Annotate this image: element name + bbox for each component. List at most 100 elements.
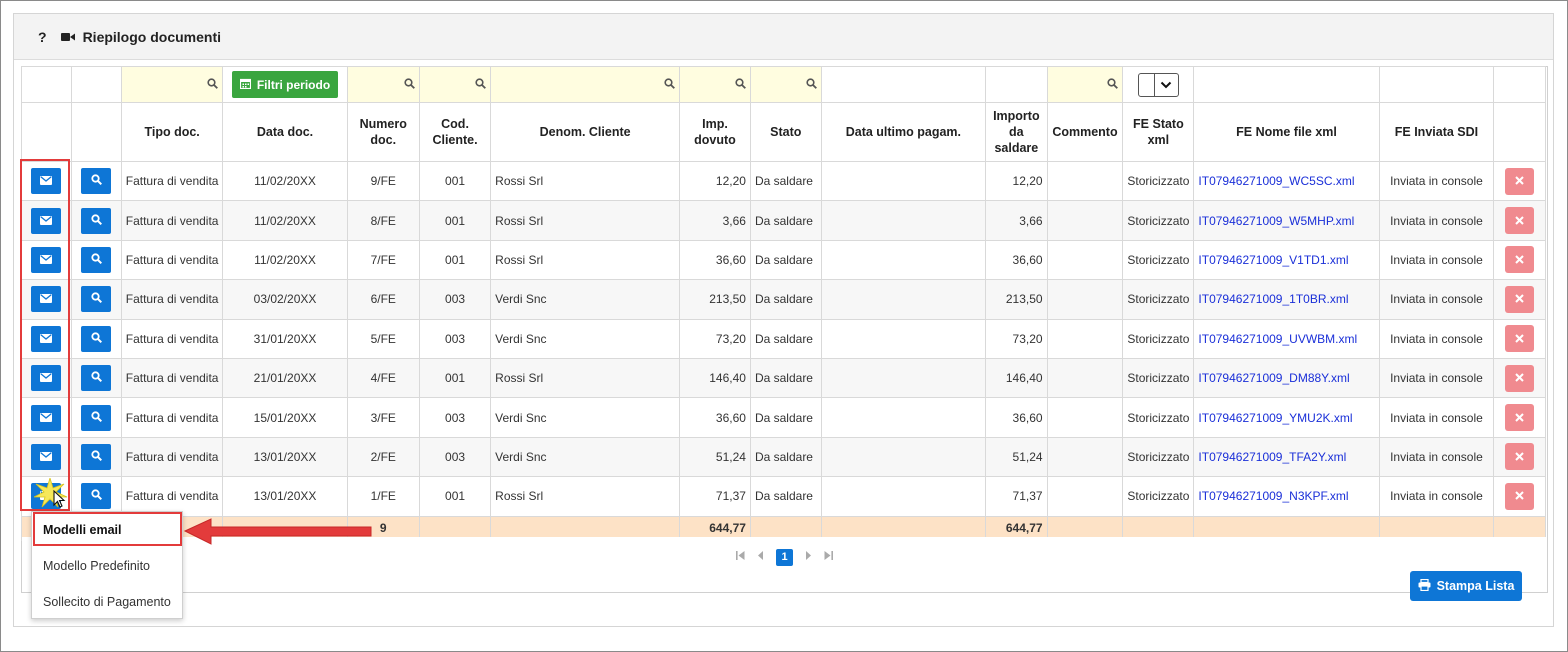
- column-header[interactable]: FE Inviata SDI: [1378, 102, 1495, 162]
- delete-button[interactable]: [1505, 167, 1535, 195]
- delete-button[interactable]: [1505, 443, 1535, 471]
- filter-fe-stato: [1122, 66, 1195, 103]
- column-header[interactable]: Numero doc.: [346, 102, 420, 162]
- menu-item-sollecito-pagamento[interactable]: Sollecito di Pagamento: [32, 584, 182, 620]
- view-button[interactable]: [81, 207, 112, 234]
- cursor-highlight-icon: [33, 476, 68, 511]
- envelope-icon: [40, 371, 53, 385]
- help-icon[interactable]: ?: [38, 29, 47, 45]
- delete-button[interactable]: [1505, 207, 1535, 235]
- column-header[interactable]: FE Nome file xml: [1193, 102, 1380, 162]
- fe-stato-select[interactable]: [1137, 72, 1179, 97]
- table-row: Fattura di vendita 11/02/20XX 9/FE 001 Rossi…: [21, 160, 1546, 202]
- column-header[interactable]: Imp. dovuto: [679, 102, 751, 162]
- next-page-icon[interactable]: [805, 551, 812, 563]
- column-header[interactable]: Data ultimo pagam.: [820, 102, 987, 162]
- filter-tipo[interactable]: [120, 66, 224, 103]
- filter-numero[interactable]: [346, 66, 420, 103]
- search-icon[interactable]: [475, 77, 487, 89]
- delete-cell: [1493, 357, 1546, 399]
- delete-button[interactable]: [1505, 325, 1535, 353]
- prev-page-icon[interactable]: [757, 551, 764, 563]
- last-page-icon[interactable]: [824, 551, 833, 563]
- filter-stato[interactable]: [749, 66, 822, 103]
- importo-da-saldare: 146,40: [985, 357, 1048, 399]
- email-button[interactable]: [31, 168, 62, 195]
- imp-dovuto: 51,24: [679, 436, 751, 478]
- fe-file-link[interactable]: IT07946271009_W5MHP.xml: [1198, 214, 1354, 228]
- close-icon: [1515, 253, 1524, 267]
- filter-cod[interactable]: [418, 66, 492, 103]
- view-button[interactable]: [81, 246, 112, 273]
- email-button[interactable]: [31, 404, 62, 431]
- filter-cliente[interactable]: [490, 66, 681, 103]
- delete-button[interactable]: [1505, 404, 1535, 432]
- stato: Da saldare: [749, 200, 822, 241]
- delete-button[interactable]: [1505, 482, 1535, 510]
- fe-file-link[interactable]: IT07946271009_UVWBM.xml: [1198, 332, 1357, 346]
- calendar-icon: [239, 78, 251, 92]
- view-button[interactable]: [81, 365, 112, 392]
- email-button[interactable]: [31, 246, 62, 273]
- view-button[interactable]: [81, 443, 112, 470]
- video-camera-icon[interactable]: [60, 32, 75, 42]
- cod-cliente: 001: [418, 239, 492, 281]
- email-button[interactable]: [31, 443, 62, 470]
- numero-doc: 9/FE: [346, 160, 420, 202]
- column-header[interactable]: Cod. Cliente.: [418, 102, 492, 162]
- search-icon[interactable]: [664, 77, 675, 89]
- email-button[interactable]: [31, 365, 62, 392]
- view-button[interactable]: [81, 286, 112, 313]
- search-icon[interactable]: [207, 77, 219, 89]
- fe-file-link[interactable]: IT07946271009_TFA2Y.xml: [1198, 450, 1346, 464]
- envelope-icon: [40, 174, 53, 188]
- view-button[interactable]: [81, 325, 112, 352]
- fe-file-link[interactable]: IT07946271009_DM88Y.xml: [1198, 371, 1349, 385]
- email-button[interactable]: [31, 207, 62, 234]
- column-header[interactable]: Tipo doc.: [120, 102, 224, 162]
- print-list-button[interactable]: Stampa Lista: [1410, 571, 1522, 601]
- fe-inviata-sdi: Inviata in console: [1378, 476, 1495, 517]
- column-header[interactable]: FE Stato xml: [1122, 102, 1195, 162]
- documents-grid: Filtri periodo Tipo doc. Data doc. Numer…: [21, 66, 1548, 593]
- filter-cell: [21, 66, 72, 103]
- column-header[interactable]: Denom. Cliente: [490, 102, 681, 162]
- stato: Da saldare: [749, 436, 822, 478]
- search-icon[interactable]: [805, 77, 817, 89]
- tipo-doc: Fattura di vendita: [120, 318, 224, 359]
- delete-button[interactable]: [1505, 285, 1535, 313]
- email-button[interactable]: [31, 286, 62, 313]
- filter-commento[interactable]: [1046, 66, 1124, 103]
- fe-file-link[interactable]: IT07946271009_YMU2K.xml: [1198, 411, 1352, 425]
- print-list-label: Stampa Lista: [1436, 579, 1515, 593]
- fe-file-link[interactable]: IT07946271009_1T0BR.xml: [1198, 292, 1348, 306]
- first-page-icon[interactable]: [736, 551, 745, 563]
- delete-button[interactable]: [1505, 364, 1535, 392]
- imp-dovuto: 73,20: [679, 318, 751, 359]
- fe-file-link[interactable]: IT07946271009_N3KPF.xml: [1198, 489, 1348, 503]
- denom-cliente: Rossi Srl: [490, 200, 681, 241]
- email-button[interactable]: [31, 325, 62, 352]
- commento: [1046, 160, 1124, 202]
- view-button[interactable]: [81, 483, 112, 510]
- column-header[interactable]: Stato: [749, 102, 822, 162]
- search-icon[interactable]: [1107, 77, 1119, 89]
- delete-button[interactable]: [1505, 246, 1535, 274]
- search-icon[interactable]: [404, 77, 415, 89]
- column-header[interactable]: Importo da saldare: [985, 102, 1048, 162]
- fe-stato-xml: Storicizzato: [1122, 476, 1195, 517]
- column-header[interactable]: Commento: [1046, 102, 1124, 162]
- search-icon[interactable]: [735, 77, 746, 89]
- close-icon: [1515, 371, 1524, 385]
- period-filter-button[interactable]: Filtri periodo: [231, 71, 339, 98]
- column-header[interactable]: Data doc.: [222, 102, 348, 162]
- view-button[interactable]: [81, 168, 112, 195]
- view-button[interactable]: [81, 404, 112, 431]
- fe-file-cell: IT07946271009_V1TD1.xml: [1193, 239, 1380, 281]
- menu-item-modello-predefinito[interactable]: Modello Predefinito: [32, 548, 182, 584]
- cod-cliente: 001: [418, 476, 492, 517]
- filter-imp[interactable]: [679, 66, 751, 103]
- fe-file-link[interactable]: IT07946271009_WC5SC.xml: [1198, 174, 1354, 188]
- current-page[interactable]: 1: [776, 548, 793, 566]
- fe-file-link[interactable]: IT07946271009_V1TD1.xml: [1198, 253, 1348, 267]
